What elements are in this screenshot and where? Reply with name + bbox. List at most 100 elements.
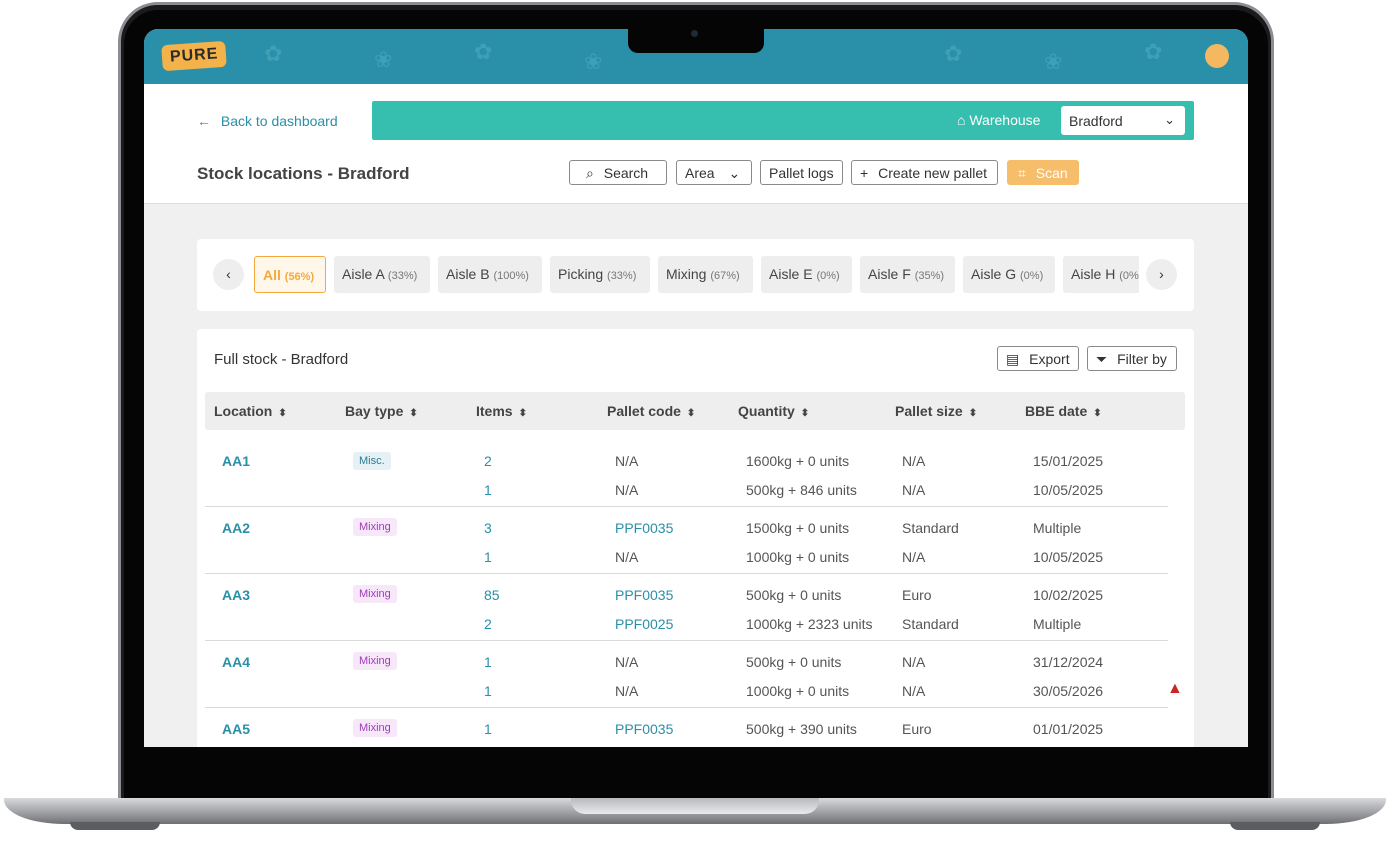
create-pallet-button[interactable]: + Create new pallet [851, 160, 998, 185]
tab-all[interactable]: All (56%) [254, 256, 326, 293]
filter-label: Filter by [1117, 351, 1167, 367]
chevron-left-icon[interactable]: ‹ [213, 259, 244, 290]
export-label: Export [1029, 351, 1070, 367]
chevron-right-icon[interactable]: › [1146, 259, 1177, 290]
tab-aisle-a[interactable]: Aisle A (33%) [334, 256, 430, 293]
pallet-code-cell[interactable]: PPF0035 [615, 721, 673, 737]
tab-aisle-e[interactable]: Aisle E (0%) [761, 256, 852, 293]
tab-aisle-b[interactable]: Aisle B (100%) [438, 256, 542, 293]
area-dropdown[interactable]: Area ⌄ [676, 160, 752, 185]
pallet-size-cell: N/A [902, 482, 926, 498]
tab-label: All [263, 267, 281, 283]
bbe-date-cell: 10/05/2025 [1033, 482, 1104, 498]
warehouse-select[interactable]: Bradford ⌄ [1061, 106, 1185, 135]
bay-type-badge: Misc. [353, 452, 391, 470]
pallet-code-cell[interactable]: PPF0035 [615, 520, 673, 536]
laptop-hinge [571, 798, 819, 814]
quantity-cell: 500kg + 0 units [746, 587, 842, 603]
logo[interactable]: PURE [161, 40, 228, 72]
filter-button[interactable]: ⏷ Filter by [1087, 346, 1177, 371]
location-cell[interactable]: AA4 [222, 654, 250, 670]
arrow-left-icon: ← [197, 113, 211, 129]
pattern-icon: ✿ [944, 41, 963, 66]
column-header[interactable]: BBE date ⬍ [1025, 403, 1102, 419]
table-row[interactable]: AA4 Mixing 1 N/A 500kg + 0 units N/A 31/… [205, 641, 1183, 708]
pallet-size-cell: Euro [902, 587, 932, 603]
tab-label: Aisle H [1071, 266, 1116, 282]
items-cell[interactable]: 1 [484, 549, 492, 565]
items-cell[interactable]: 85 [484, 587, 500, 603]
tab-pct: (35%) [914, 270, 945, 282]
quantity-cell: 1000kg + 0 units [746, 549, 850, 565]
tab-mixing[interactable]: Mixing (67%) [658, 256, 753, 293]
area-tabs-card: ‹ All (56%) Aisle A (33%) Aisle B (100%)… [197, 239, 1194, 311]
table-row[interactable]: AA2 Mixing 3 PPF0035 1500kg + 0 units St… [205, 507, 1168, 574]
export-button[interactable]: ▤ Export [997, 346, 1079, 371]
tab-pct: (0%) [1020, 270, 1044, 282]
column-header[interactable]: Pallet size ⬍ [895, 403, 977, 419]
warehouse-label-text: Warehouse [969, 112, 1041, 128]
pallet-logs-button[interactable]: Pallet logs [760, 160, 843, 185]
tab-label: Aisle A [342, 266, 385, 282]
items-cell[interactable]: 1 [484, 721, 492, 737]
location-cell[interactable]: AA1 [222, 453, 250, 469]
column-header[interactable]: Pallet code ⬍ [607, 403, 695, 419]
tab-label: Mixing [666, 266, 707, 282]
location-cell[interactable]: AA5 [222, 721, 250, 737]
area-tabs: All (56%) Aisle A (33%) Aisle B (100%) P… [254, 256, 1139, 294]
tab-aisle-f[interactable]: Aisle F (35%) [860, 256, 955, 293]
table-row[interactable]: AA5 Mixing 1 PPF0035 500kg + 390 units E… [205, 708, 1168, 747]
file-icon: ▤ [1006, 351, 1020, 367]
tab-aisle-g[interactable]: Aisle G (0%) [963, 256, 1055, 293]
column-header[interactable]: Location ⬍ [214, 403, 287, 419]
column-label: Pallet code [607, 403, 681, 419]
stock-table-card: Full stock - Bradford ▤ Export ⏷ Filter … [197, 329, 1194, 747]
tab-label: Aisle G [971, 266, 1017, 282]
back-link[interactable]: ← Back to dashboard [197, 113, 338, 129]
screen: ✿ ❀ ✿ ❀ ✿ ❀ ✿ PURE ← Back to dashboard ⌂… [144, 29, 1248, 747]
bbe-date-cell: 01/01/2025 [1033, 721, 1104, 737]
sort-icon: ⬍ [968, 408, 978, 419]
items-cell[interactable]: 2 [484, 616, 492, 632]
location-cell[interactable]: AA2 [222, 520, 250, 536]
warning-icon[interactable]: ▲ [1167, 680, 1183, 698]
pallet-code-cell[interactable]: PPF0025 [615, 616, 673, 632]
column-label: BBE date [1025, 403, 1088, 419]
pallet-code-cell[interactable]: PPF0035 [615, 587, 673, 603]
tab-label: Aisle E [769, 266, 813, 282]
tab-pct: (33%) [387, 270, 418, 282]
pallet-code-cell: N/A [615, 654, 639, 670]
avatar[interactable] [1205, 44, 1229, 68]
column-header[interactable]: Items ⬍ [476, 403, 527, 419]
tab-pct: (56%) [284, 271, 315, 283]
column-header[interactable]: Bay type ⬍ [345, 403, 418, 419]
scan-button[interactable]: ⌗ Scan [1007, 160, 1079, 185]
sort-icon: ⬍ [1093, 408, 1102, 419]
warehouse-label: ⌂ Warehouse [957, 112, 1040, 128]
column-label: Items [476, 403, 513, 419]
column-header[interactable]: Quantity ⬍ [738, 403, 809, 419]
items-cell[interactable]: 1 [484, 683, 492, 699]
pallet-size-cell: N/A [902, 683, 926, 699]
items-cell[interactable]: 1 [484, 482, 492, 498]
bay-type-badge: Mixing [353, 652, 397, 670]
pallet-size-cell: Standard [902, 616, 959, 632]
home-icon: ⌂ [957, 112, 966, 128]
sort-icon: ⬍ [409, 408, 418, 419]
warehouse-bar: ⌂ Warehouse Bradford ⌄ [372, 101, 1194, 140]
pallet-size-cell: Euro [902, 721, 932, 737]
column-label: Pallet size [895, 403, 963, 419]
tab-picking[interactable]: Picking (33%) [550, 256, 650, 293]
bay-type-badge: Mixing [353, 719, 397, 737]
table-row[interactable]: AA3 Mixing 85 PPF0035 500kg + 0 units Eu… [205, 574, 1168, 641]
location-cell[interactable]: AA3 [222, 587, 250, 603]
items-cell[interactable]: 3 [484, 520, 492, 536]
sort-icon: ⬍ [800, 408, 810, 419]
search-button[interactable]: ⌕ Search [569, 160, 667, 185]
items-cell[interactable]: 1 [484, 654, 492, 670]
camera-icon [691, 30, 698, 37]
items-cell[interactable]: 2 [484, 453, 492, 469]
table-row[interactable]: AA1 Misc. 2 N/A 1600kg + 0 units N/A 15/… [205, 437, 1168, 507]
tab-aisle-h[interactable]: Aisle H (0%) [1063, 256, 1139, 293]
tab-pct: (0%) [1119, 270, 1139, 282]
